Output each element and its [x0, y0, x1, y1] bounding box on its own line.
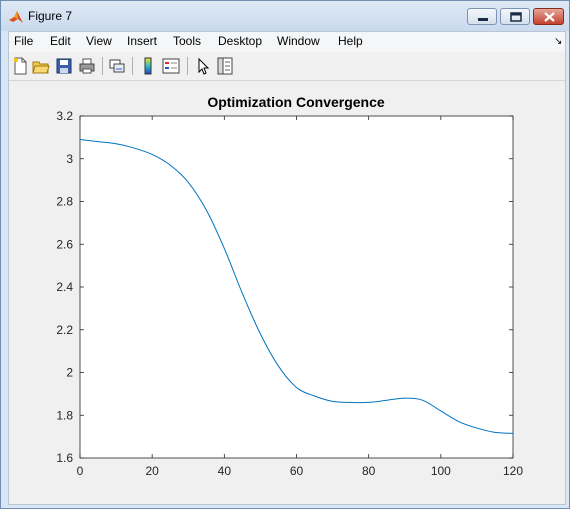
x-tick-label: 120: [503, 464, 523, 478]
toolbar-separator: [187, 57, 188, 75]
edit-plot-arrow-icon[interactable]: [194, 57, 212, 75]
figure-client: File Edit View Insert Tools Desktop Wind…: [8, 31, 566, 505]
y-tick-label: 2: [66, 366, 73, 380]
print-icon[interactable]: [78, 57, 96, 75]
axes-box[interactable]: [79, 115, 514, 459]
title-bar[interactable]: Figure 7: [1, 1, 569, 31]
x-tick-label: 0: [77, 464, 84, 478]
x-tick-label: 40: [218, 464, 232, 478]
property-inspector-icon[interactable]: [216, 57, 234, 75]
save-icon[interactable]: [55, 57, 73, 75]
insert-legend-icon[interactable]: [162, 57, 180, 75]
window-title: Figure 7: [28, 9, 73, 23]
menu-view[interactable]: View: [86, 34, 112, 48]
minimize-button[interactable]: [467, 8, 497, 25]
toolbar: [9, 53, 565, 81]
menu-tools[interactable]: Tools: [173, 34, 201, 48]
close-button[interactable]: [533, 8, 564, 25]
figure-window: Figure 7 File Edit View Insert Tools Des…: [0, 0, 570, 509]
y-tick-label: 3: [66, 152, 73, 166]
matlab-icon: [9, 11, 23, 23]
x-tick-label: 80: [362, 464, 376, 478]
close-icon: [544, 12, 555, 22]
y-tick-label: 2.6: [56, 237, 73, 251]
x-tick-label: 60: [290, 464, 304, 478]
link-plot-icon[interactable]: [108, 57, 126, 75]
menu-file[interactable]: File: [14, 34, 33, 48]
minimize-icon: [478, 18, 488, 21]
toolbar-separator: [102, 57, 103, 75]
y-tick-label: 1.8: [56, 408, 73, 422]
y-tick-label: 3.2: [56, 109, 73, 123]
menu-insert[interactable]: Insert: [127, 34, 157, 48]
x-tick-label: 20: [145, 464, 159, 478]
y-tick-label: 2.2: [56, 323, 73, 337]
maximize-button[interactable]: [500, 8, 530, 25]
menu-edit[interactable]: Edit: [50, 34, 71, 48]
y-tick-label: 2.4: [56, 280, 73, 294]
dock-arrow-icon[interactable]: ↘: [554, 36, 562, 47]
menu-window[interactable]: Window: [277, 34, 320, 48]
toolbar-separator: [132, 57, 133, 75]
chart-title: Optimization Convergence: [207, 94, 385, 110]
new-figure-icon[interactable]: [11, 57, 29, 75]
menu-help[interactable]: Help: [338, 34, 363, 48]
y-tick-label: 2.8: [56, 195, 73, 209]
figure-canvas: Optimization Convergence 0 20 40 60 80 100 120…: [9, 81, 565, 504]
maximize-icon: [510, 12, 522, 22]
menu-bar: File Edit View Insert Tools Desktop Wind…: [9, 32, 565, 52]
open-file-icon[interactable]: [32, 57, 50, 75]
y-tick-label: 1.6: [56, 451, 73, 465]
x-tick-label: 100: [431, 464, 451, 478]
plot-svg: Optimization Convergence 0 20 40 60 80 100 120…: [56, 94, 523, 478]
menu-desktop[interactable]: Desktop: [218, 34, 262, 48]
insert-colorbar-icon[interactable]: [139, 57, 157, 75]
